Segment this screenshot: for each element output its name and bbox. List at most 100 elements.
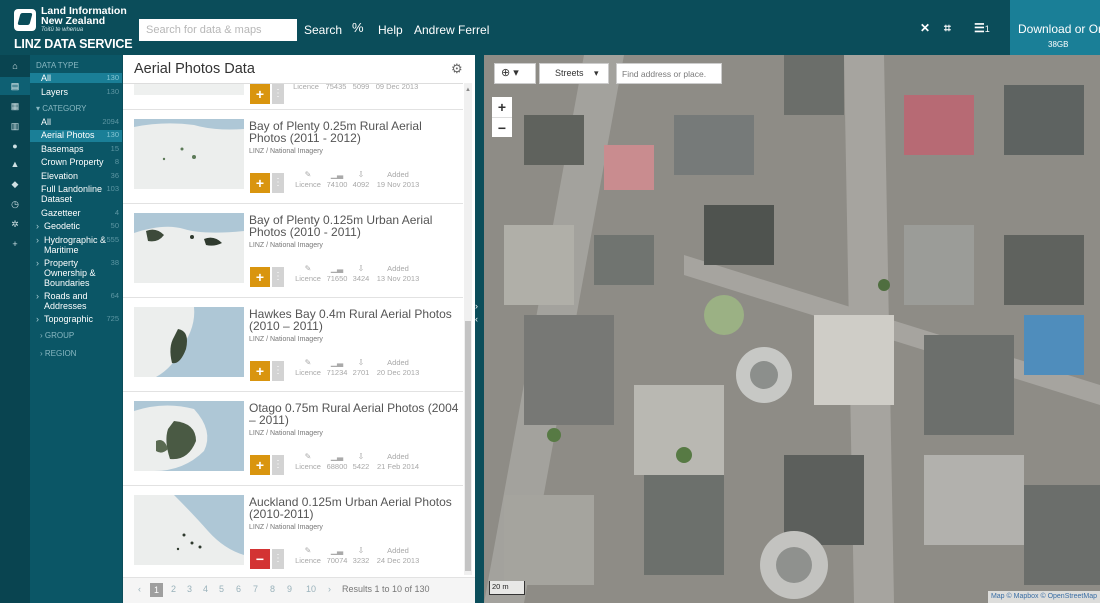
expand-panel-icon[interactable]: ›	[475, 300, 483, 313]
dataset-thumbnail[interactable]	[134, 213, 244, 283]
zoom-out-button[interactable]: −	[492, 117, 512, 137]
chevron-down-icon: ▾	[513, 67, 519, 79]
dataset-thumbnail[interactable]	[134, 307, 244, 377]
map-view[interactable]: ⊕ ▾ Streets ▾ + − 20 m Map © Mapbox © Op…	[484, 55, 1100, 603]
settings-icon[interactable]: ✲	[0, 215, 30, 233]
dataset-title[interactable]: Otago 0.75m Rural Aerial Photos (2004 – …	[249, 402, 459, 426]
category-gazetteer[interactable]: Gazetteer 4	[30, 208, 122, 218]
more-button[interactable]: ⋮	[272, 173, 284, 193]
map-attribution[interactable]: Map © Mapbox © OpenStreetMap	[987, 591, 1100, 603]
share-icon[interactable]: %	[352, 20, 364, 35]
add-button[interactable]: +	[250, 84, 270, 104]
list-item[interactable]: Bay of Plenty 0.125m Urban Aerial Photos…	[123, 204, 463, 298]
more-button[interactable]: ⋮	[272, 361, 284, 381]
add-button[interactable]: +	[250, 173, 270, 193]
category-roads-addresses[interactable]: Roads and Addresses 64	[30, 291, 119, 311]
prev-page-icon[interactable]: ‹	[138, 584, 141, 594]
data-type-heading[interactable]: DATA TYPE	[36, 61, 79, 70]
table-icon[interactable]: ▦	[0, 97, 30, 115]
crop-icon[interactable]: ⌗	[944, 21, 951, 36]
dataset-title[interactable]: Bay of Plenty 0.25m Rural Aerial Photos …	[249, 120, 459, 144]
more-button[interactable]: ⋮	[272, 549, 284, 569]
category-full-landonline[interactable]: Full Landonline Dataset 103	[30, 184, 119, 204]
more-button[interactable]: ⋮	[272, 84, 284, 104]
linz-logo[interactable]: Land Information New Zealand Toitū te wh…	[10, 4, 133, 52]
scroll-up-icon[interactable]: ▲	[465, 87, 471, 93]
views-value: 5099	[352, 83, 370, 91]
category-elevation[interactable]: Elevation 36	[30, 171, 122, 181]
dataset-title[interactable]: Auckland 0.125m Urban Aerial Photos (201…	[249, 496, 459, 520]
list-item[interactable]: Otago 0.75m Rural Aerial Photos (2004 – …	[123, 392, 463, 486]
clock-icon[interactable]: ◷	[0, 195, 30, 213]
category-hydrographic[interactable]: Hydrographic & Maritime555	[30, 235, 119, 255]
aerial-imagery[interactable]	[484, 55, 1100, 603]
comments-icon[interactable]: ●	[0, 137, 30, 155]
collapse-panel-icon[interactable]: ‹	[475, 313, 483, 326]
category-topographic[interactable]: Topographic 725	[30, 314, 122, 324]
category-geodetic[interactable]: Geodetic 50	[30, 221, 122, 231]
category-all[interactable]: All 2094	[30, 117, 122, 127]
page-10[interactable]: 10	[306, 584, 316, 594]
page-7[interactable]: 7	[253, 584, 258, 594]
category-property-ownership[interactable]: Property Ownership & Boundaries 38	[30, 258, 119, 288]
close-icon[interactable]: ✕	[920, 21, 930, 35]
category-basemaps[interactable]: Basemaps 15	[30, 144, 122, 154]
user-menu[interactable]: Andrew Ferrel	[414, 23, 489, 37]
category-aerial-photos[interactable]: Aerial Photos 130	[30, 130, 122, 142]
page-8[interactable]: 8	[270, 584, 275, 594]
scrollbar-thumb[interactable]	[465, 321, 471, 571]
search-button[interactable]: Search	[298, 19, 348, 41]
gear-icon[interactable]: ⚙	[451, 61, 463, 77]
list-item[interactable]: Hawkes Bay 0.4m Rural Aerial Photos (201…	[123, 298, 463, 392]
layers-icon[interactable]: ▤	[0, 77, 30, 95]
category-heading[interactable]: ▾ CATEGORY	[36, 104, 86, 113]
more-button[interactable]: ⋮	[272, 267, 284, 287]
results-list[interactable]: + ⋮ Licence 75435 5099 09 Dec 2013 Bay o…	[123, 83, 463, 575]
list-item[interactable]: + ⋮ Licence 75435 5099 09 Dec 2013	[123, 83, 463, 110]
filter-count: 130	[106, 87, 119, 96]
remove-button[interactable]: −	[250, 549, 270, 569]
page-4[interactable]: 4	[203, 584, 208, 594]
basemap-select[interactable]: Streets ▾	[539, 63, 609, 84]
page-9[interactable]: 9	[287, 584, 292, 594]
search-input[interactable]	[139, 19, 297, 41]
region-heading[interactable]: › REGION	[40, 349, 76, 358]
add-button[interactable]: +	[250, 267, 270, 287]
list-item[interactable]: Bay of Plenty 0.25m Rural Aerial Photos …	[123, 110, 463, 204]
page-2[interactable]: 2	[171, 584, 176, 594]
list-item[interactable]: Auckland 0.125m Urban Aerial Photos (201…	[123, 486, 463, 575]
top-bar: Land Information New Zealand Toitū te wh…	[0, 0, 1100, 55]
dataset-title[interactable]: Bay of Plenty 0.125m Urban Aerial Photos…	[249, 214, 459, 238]
group-heading[interactable]: › GROUP	[40, 331, 74, 340]
download-label: Download or Order	[1018, 22, 1100, 36]
zoom-in-button[interactable]: +	[492, 97, 512, 117]
add-button[interactable]: +	[250, 455, 270, 475]
user-icon[interactable]: ▲	[0, 155, 30, 173]
group-icon[interactable]: ◆	[0, 175, 30, 193]
download-order-button[interactable]: Download or Order 38GB	[1010, 0, 1100, 55]
plus-icon[interactable]: +	[0, 235, 30, 253]
data-type-layers[interactable]: Layers 130	[30, 87, 122, 97]
more-button[interactable]: ⋮	[272, 455, 284, 475]
home-icon[interactable]: ⌂	[0, 57, 30, 75]
dataset-thumbnail[interactable]	[134, 401, 244, 471]
next-page-icon[interactable]: ›	[328, 584, 331, 594]
dataset-thumbnail[interactable]	[134, 119, 244, 189]
help-link[interactable]: Help	[378, 23, 403, 37]
page-1[interactable]: 1	[150, 583, 164, 597]
page-6[interactable]: 6	[236, 584, 241, 594]
page-5[interactable]: 5	[219, 584, 224, 594]
dataset-thumbnail[interactable]	[134, 84, 244, 95]
licence-value: 71650	[326, 274, 348, 283]
add-button[interactable]: +	[250, 361, 270, 381]
chart-icon[interactable]: ▥	[0, 117, 30, 135]
address-search-input[interactable]	[616, 63, 722, 84]
category-crown-property[interactable]: Crown Property 8	[30, 157, 122, 167]
list-icon[interactable]: ☰1	[974, 21, 990, 35]
dataset-title[interactable]: Hawkes Bay 0.4m Rural Aerial Photos (201…	[249, 308, 459, 332]
data-type-all[interactable]: All 130	[30, 73, 122, 83]
dataset-thumbnail[interactable]	[134, 495, 244, 565]
filter-count: 38	[110, 258, 119, 267]
page-3[interactable]: 3	[187, 584, 192, 594]
zoom-tool[interactable]: ⊕ ▾	[494, 63, 536, 84]
